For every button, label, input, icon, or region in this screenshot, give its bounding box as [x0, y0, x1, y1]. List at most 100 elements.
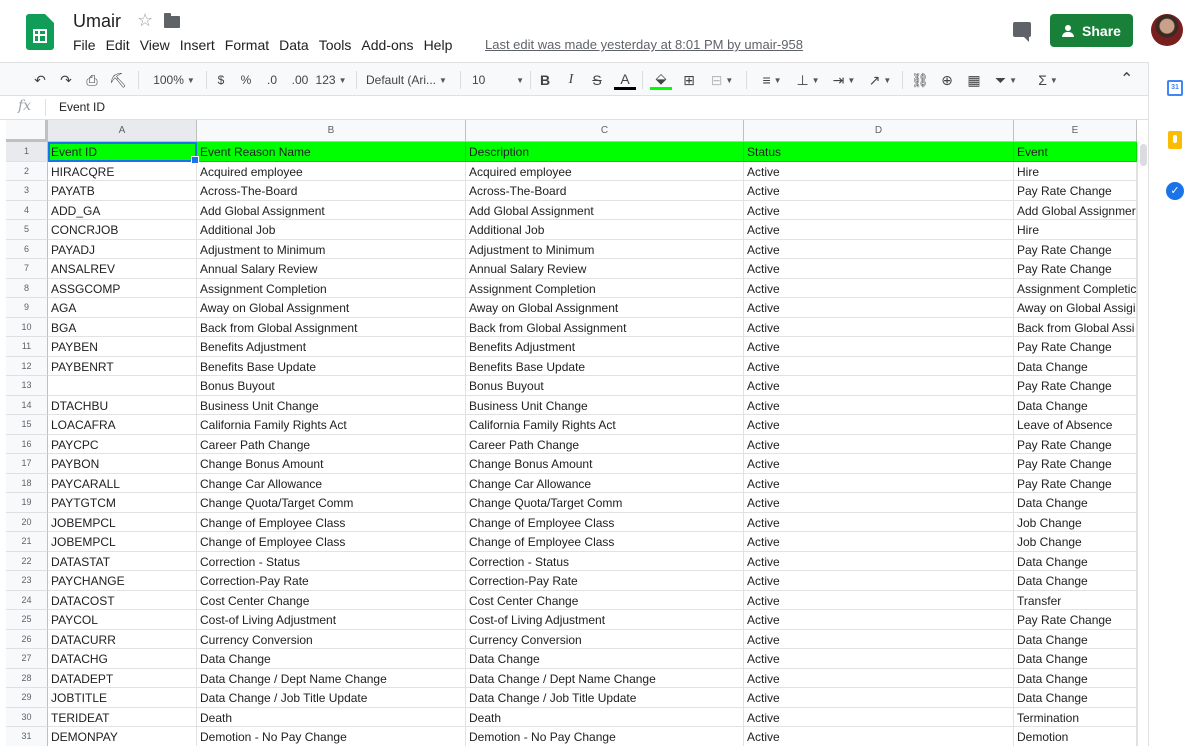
print-icon[interactable]: ⎙	[82, 70, 102, 90]
cell-e[interactable]: Job Change	[1014, 532, 1137, 552]
cell-d[interactable]: Active	[744, 376, 1014, 396]
cell-e[interactable]: Assignment Completic	[1014, 278, 1137, 298]
cell-c[interactable]: Business Unit Change	[466, 395, 744, 415]
select-all-corner[interactable]	[6, 120, 48, 142]
row-header[interactable]: 29	[6, 688, 48, 708]
cell-c[interactable]: Death	[466, 707, 744, 727]
cell-a[interactable]: PAYBENRT	[48, 356, 197, 376]
cell-a[interactable]: DATACHG	[48, 649, 197, 669]
cell-d[interactable]: Active	[744, 727, 1014, 746]
text-wrap-icon[interactable]: ⇥ ▼	[828, 70, 860, 90]
row-header[interactable]: 4	[6, 200, 48, 220]
cell-e[interactable]: Hire	[1014, 161, 1137, 181]
cell-e[interactable]: Pay Rate Change	[1014, 181, 1137, 201]
cell-b[interactable]: Death	[197, 707, 466, 727]
row-header[interactable]: 17	[6, 454, 48, 474]
cell-d[interactable]: Active	[744, 278, 1014, 298]
cell-d[interactable]: Active	[744, 473, 1014, 493]
cell-d[interactable]: Active	[744, 337, 1014, 357]
row-header[interactable]: 15	[6, 415, 48, 435]
cell-b[interactable]: Change Bonus Amount	[197, 454, 466, 474]
cell-b[interactable]: Cost-of Living Adjustment	[197, 610, 466, 630]
row-header[interactable]: 16	[6, 434, 48, 454]
cell-a[interactable]: DATACOST	[48, 590, 197, 610]
cell-c[interactable]: Currency Conversion	[466, 629, 744, 649]
formula-input[interactable]: Event ID	[59, 100, 105, 114]
cell-a[interactable]: CONCRJOB	[48, 220, 197, 240]
cell-c[interactable]: Cost-of Living Adjustment	[466, 610, 744, 630]
comment-icon[interactable]	[1013, 22, 1031, 42]
cell-c[interactable]: Data Change / Dept Name Change	[466, 668, 744, 688]
cell-a[interactable]: PAYCARALL	[48, 473, 197, 493]
cell-a[interactable]: PAYCPC	[48, 434, 197, 454]
cell-b[interactable]: Currency Conversion	[197, 629, 466, 649]
cell-a[interactable]: TERIDEAT	[48, 707, 197, 727]
cell-b[interactable]: Demotion - No Pay Change	[197, 727, 466, 746]
cell-b[interactable]: Correction - Status	[197, 551, 466, 571]
cell-a[interactable]: LOACAFRA	[48, 415, 197, 435]
cell-d[interactable]: Active	[744, 220, 1014, 240]
cell-e[interactable]: Pay Rate Change	[1014, 239, 1137, 259]
row-header[interactable]: 31	[6, 727, 48, 746]
cell-a[interactable]: PAYBEN	[48, 337, 197, 357]
cell-c[interactable]: Additional Job	[466, 220, 744, 240]
menu-item-add-ons[interactable]: Add-ons	[361, 37, 413, 55]
cell-c[interactable]: Across-The-Board	[466, 181, 744, 201]
cell-d[interactable]: Active	[744, 161, 1014, 181]
zoom-select[interactable]: 100% ▼	[148, 70, 200, 90]
cell-e[interactable]: Pay Rate Change	[1014, 259, 1137, 279]
cell-c[interactable]: Change Bonus Amount	[466, 454, 744, 474]
link-icon[interactable]: ⛓	[910, 70, 930, 90]
cell-a[interactable]: JOBTITLE	[48, 688, 197, 708]
menu-item-tools[interactable]: Tools	[319, 37, 352, 55]
column-header-e[interactable]: E	[1014, 120, 1137, 142]
more-formats-button[interactable]: 123 ▼	[316, 70, 347, 90]
paint-format-icon[interactable]: ⛏	[108, 70, 128, 90]
scrollbar-thumb[interactable]	[1140, 144, 1147, 166]
decrease-decimal-button[interactable]: .0	[262, 70, 282, 90]
chevron-up-icon[interactable]: ⌃	[1120, 69, 1133, 89]
column-header-b[interactable]: B	[197, 120, 466, 142]
menu-item-edit[interactable]: Edit	[106, 37, 130, 55]
row-header[interactable]: 3	[6, 181, 48, 201]
cell-a[interactable]: ANSALREV	[48, 259, 197, 279]
cell-d[interactable]: Active	[744, 707, 1014, 727]
cell-d[interactable]: Active	[744, 668, 1014, 688]
italic-button[interactable]: I	[562, 70, 580, 90]
cell-d[interactable]: Active	[744, 181, 1014, 201]
cell-c[interactable]: Data Change	[466, 649, 744, 669]
cell-e[interactable]: Hire	[1014, 220, 1137, 240]
row-header[interactable]: 7	[6, 259, 48, 279]
vertical-scrollbar[interactable]	[1137, 142, 1148, 746]
cell-e[interactable]: Pay Rate Change	[1014, 376, 1137, 396]
cell-e[interactable]: Pay Rate Change	[1014, 434, 1137, 454]
cell-b[interactable]: Business Unit Change	[197, 395, 466, 415]
cell-b[interactable]: Assignment Completion	[197, 278, 466, 298]
menu-item-help[interactable]: Help	[424, 37, 453, 55]
cell-a[interactable]: DATACURR	[48, 629, 197, 649]
row-header[interactable]: 19	[6, 493, 48, 513]
cell-c[interactable]: Description	[466, 142, 744, 162]
row-header[interactable]: 21	[6, 532, 48, 552]
cell-b[interactable]: Away on Global Assignment	[197, 298, 466, 318]
cell-a[interactable]: DATASTAT	[48, 551, 197, 571]
cell-e[interactable]: Back from Global Assi	[1014, 317, 1137, 337]
row-header[interactable]: 30	[6, 707, 48, 727]
cell-d[interactable]: Active	[744, 493, 1014, 513]
cell-e[interactable]: Leave of Absence	[1014, 415, 1137, 435]
row-header[interactable]: 22	[6, 551, 48, 571]
cell-d[interactable]: Status	[744, 142, 1014, 162]
cell-c[interactable]: Demotion - No Pay Change	[466, 727, 744, 746]
cell-c[interactable]: Annual Salary Review	[466, 259, 744, 279]
cell-b[interactable]: Change of Employee Class	[197, 512, 466, 532]
percent-format-button[interactable]: %	[238, 70, 254, 90]
align-left-icon[interactable]: ≡ ▼	[756, 70, 788, 90]
cell-d[interactable]: Active	[744, 200, 1014, 220]
cell-c[interactable]: Data Change / Job Title Update	[466, 688, 744, 708]
cell-c[interactable]: Career Path Change	[466, 434, 744, 454]
folder-icon[interactable]	[164, 13, 180, 28]
cell-e[interactable]: Data Change	[1014, 649, 1137, 669]
increase-decimal-button[interactable]: .00	[288, 70, 312, 90]
comment-add-icon[interactable]: ⊕	[937, 70, 957, 90]
cell-e[interactable]: Termination	[1014, 707, 1137, 727]
